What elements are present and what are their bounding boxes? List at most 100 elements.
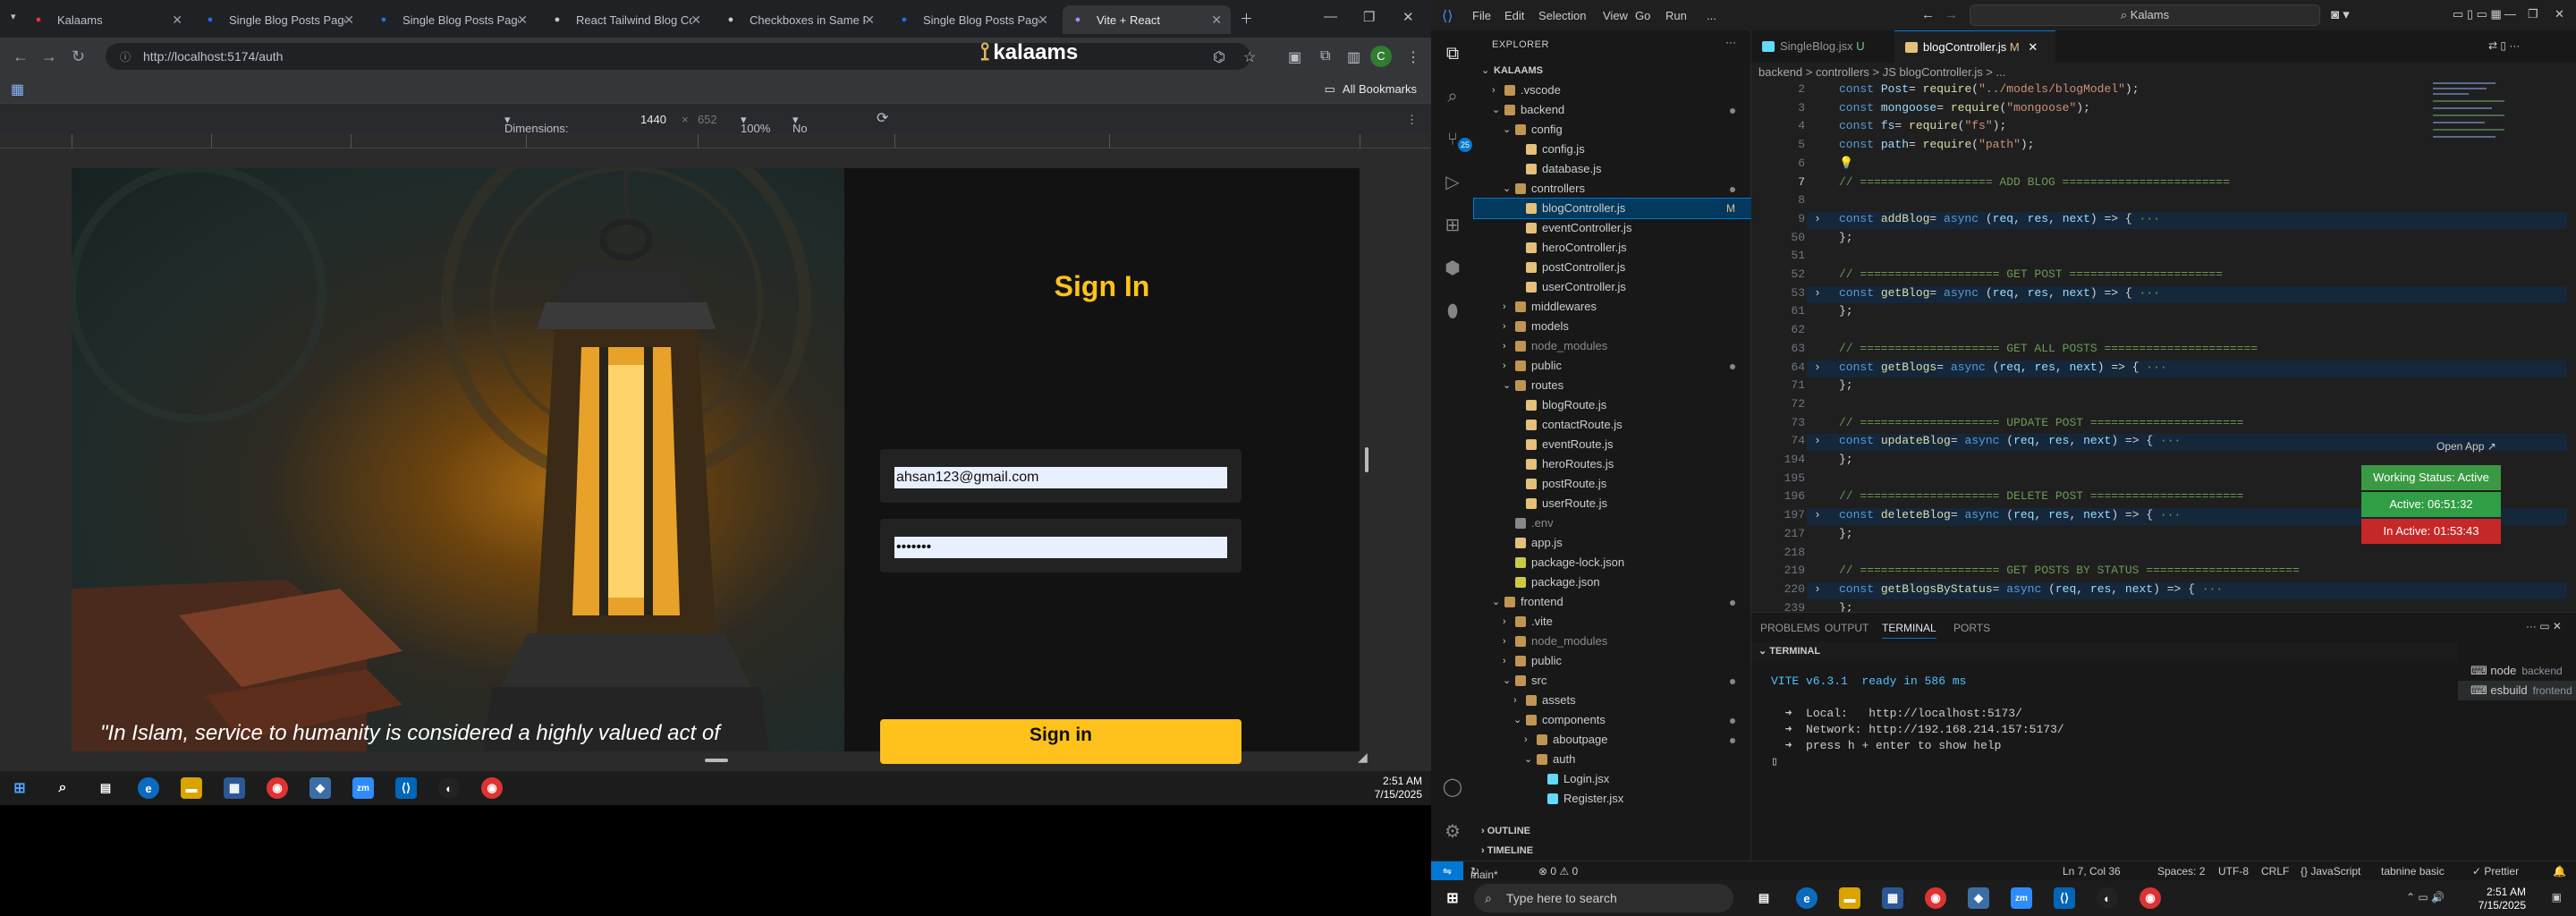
tree-item[interactable]: ⌄ components bbox=[1474, 710, 1751, 730]
tab-singleblog[interactable]: SingleBlog.jsx U bbox=[1751, 30, 1894, 63]
manage-gear-icon[interactable]: ⚙ bbox=[1442, 821, 1463, 843]
tree-item[interactable]: userRoute.js bbox=[1474, 494, 1751, 513]
prettier-status[interactable]: ✓ Prettier bbox=[2472, 865, 2519, 878]
app-icon-2[interactable]: ◐ bbox=[2097, 887, 2118, 909]
menu-item[interactable]: Edit bbox=[1504, 9, 1524, 22]
edge-icon[interactable]: e bbox=[1796, 887, 1818, 909]
address-bar[interactable]: ⓘ bbox=[106, 43, 1250, 70]
sidepanel-icon[interactable]: ▥ bbox=[1347, 48, 1360, 66]
restore-icon[interactable]: ❐ bbox=[2528, 7, 2538, 21]
tree-item[interactable]: eventController.js bbox=[1474, 218, 1751, 238]
tree-item[interactable]: ⌄ backend bbox=[1474, 100, 1751, 120]
browser-tab[interactable]: ● Checkboxes in Same R...✕ bbox=[716, 5, 884, 34]
chrome-icon-2[interactable]: ◉ bbox=[2140, 887, 2161, 909]
fold-chevron-icon[interactable]: › bbox=[1814, 508, 1821, 522]
branch-indicator[interactable]: ⑂ main* ↻ bbox=[1470, 865, 1498, 881]
kalaams-logo[interactable]: ⟟ kalaams bbox=[980, 38, 1078, 67]
url-input[interactable] bbox=[143, 49, 949, 64]
remote-indicator-icon[interactable]: ⇋ bbox=[1431, 861, 1463, 881]
new-tab-icon[interactable]: ＋ bbox=[1240, 9, 1253, 28]
tree-item[interactable]: › node_modules bbox=[1474, 632, 1751, 651]
tree-item[interactable]: ⌄ KALAAMS bbox=[1474, 61, 1751, 81]
apps-grid-icon[interactable]: ▦ bbox=[11, 81, 24, 98]
extensions-icon[interactable]: ⊞ bbox=[1442, 215, 1463, 236]
maximize-icon[interactable]: ❐ bbox=[1363, 9, 1375, 25]
command-center[interactable]: ⌕ Kalams bbox=[1970, 4, 2320, 26]
tree-item[interactable]: database.js bbox=[1474, 159, 1751, 179]
forward-icon[interactable]: → bbox=[41, 47, 57, 66]
tab-close-icon[interactable]: ✕ bbox=[343, 13, 354, 28]
copilot-icon[interactable]: ◙ ▾ bbox=[2331, 6, 2350, 22]
tab-search-icon[interactable]: ▾ bbox=[11, 11, 16, 22]
menu-item[interactable]: View bbox=[1603, 9, 1628, 22]
app-icon[interactable]: ◆ bbox=[1968, 887, 1989, 909]
vscode-icon[interactable]: ⟨⟩ bbox=[395, 777, 417, 799]
tab-close-icon[interactable]: ✕ bbox=[172, 13, 182, 28]
chrome-icon[interactable]: ◉ bbox=[1925, 887, 1946, 909]
zoom-icon[interactable]: zm bbox=[352, 777, 374, 799]
tray-icons[interactable]: ⌃ ▭ 🔊 bbox=[2406, 891, 2445, 903]
language-mode[interactable]: {} JavaScript bbox=[2301, 865, 2360, 878]
bookmark-star-icon[interactable]: ☆ bbox=[1243, 48, 1256, 66]
panel-tab[interactable]: OUTPUT bbox=[1825, 622, 1868, 634]
viewport-width[interactable]: 1440 bbox=[640, 113, 666, 126]
signin-button[interactable]: Sign in bbox=[880, 719, 1241, 764]
email-input[interactable] bbox=[894, 467, 1227, 488]
tree-item[interactable]: Login.jsx bbox=[1474, 769, 1751, 789]
line-endings[interactable]: CRLF bbox=[2261, 865, 2289, 878]
browser-tab[interactable]: ● Single Blog Posts Page ✕ bbox=[369, 5, 537, 34]
password-input[interactable] bbox=[894, 537, 1227, 558]
tree-item[interactable]: › public bbox=[1474, 651, 1751, 671]
terminal-section-header[interactable]: ⌄ TERMINAL bbox=[1751, 641, 2458, 661]
search-icon[interactable]: ⌕ bbox=[1442, 86, 1463, 107]
nav-back-icon[interactable]: ← bbox=[1921, 7, 1935, 22]
tree-item[interactable]: heroController.js bbox=[1474, 238, 1751, 258]
vscode-icon[interactable]: ⟨⟩ bbox=[2054, 887, 2075, 909]
tree-item[interactable]: app.js bbox=[1474, 533, 1751, 553]
dimensions-dropdown[interactable]: Dimensions: Responsive ▾ bbox=[504, 113, 569, 148]
throttling-dropdown[interactable]: No throttling ▾ bbox=[792, 113, 837, 148]
close-window-icon[interactable]: ✕ bbox=[1402, 9, 1414, 25]
tree-item[interactable]: › public bbox=[1474, 356, 1751, 376]
viewport-corner-handle[interactable]: ◢ bbox=[1358, 750, 1368, 765]
clock[interactable]: 2:51 AM 7/15/2025 bbox=[1375, 775, 1422, 802]
site-info-icon[interactable]: ⓘ bbox=[120, 49, 131, 64]
tree-item[interactable]: › assets bbox=[1474, 691, 1751, 710]
edge-icon[interactable]: e bbox=[138, 777, 159, 799]
menu-item[interactable]: File bbox=[1472, 9, 1491, 22]
chrome-icon[interactable]: ◉ bbox=[267, 777, 288, 799]
tab-close-icon[interactable]: ✕ bbox=[864, 13, 875, 28]
terminal-instance[interactable]: ⌨ esbuild frontend bbox=[2458, 681, 2576, 700]
tree-item[interactable]: ⌄ config bbox=[1474, 120, 1751, 140]
task-view-icon[interactable]: ▤ bbox=[1753, 887, 1775, 909]
device-menu-icon[interactable]: ⋮ bbox=[1406, 113, 1418, 127]
clock[interactable]: 2:51 AM 7/15/2025 bbox=[2479, 886, 2526, 912]
tree-item[interactable]: › aboutpage bbox=[1474, 730, 1751, 750]
tree-item[interactable]: contactRoute.js bbox=[1474, 415, 1751, 435]
tree-item[interactable]: Register.jsx bbox=[1474, 789, 1751, 809]
viewport-height-handle[interactable] bbox=[705, 759, 728, 762]
browser-tab[interactable]: ● Single Blog Posts Page ✕ bbox=[195, 5, 363, 34]
browser-tab[interactable]: ● Vite + React ✕ bbox=[1063, 5, 1231, 34]
viewport-height[interactable]: 652 bbox=[698, 113, 717, 126]
tree-item[interactable]: blogRoute.js bbox=[1474, 395, 1751, 415]
browser-tab[interactable]: ● React Tailwind Blog Co... ✕ bbox=[542, 5, 710, 34]
tree-item[interactable]: package.json bbox=[1474, 572, 1751, 592]
tab-close-icon[interactable]: ✕ bbox=[1038, 13, 1048, 28]
close-icon[interactable]: ✕ bbox=[2555, 7, 2564, 21]
tabnine-status[interactable]: tabnine basic bbox=[2381, 865, 2445, 878]
panel-actions-icons[interactable]: ··· ▭ ✕ bbox=[2526, 620, 2562, 632]
zoom-icon[interactable]: zm bbox=[2011, 887, 2032, 909]
tab-close-icon[interactable]: ✕ bbox=[1211, 13, 1222, 28]
fold-chevron-icon[interactable]: › bbox=[1814, 360, 1821, 374]
menu-item[interactable]: ... bbox=[1707, 9, 1716, 22]
panel-tab[interactable]: PROBLEMS bbox=[1760, 622, 1820, 634]
panel-tab[interactable]: TERMINAL bbox=[1882, 622, 1936, 639]
tree-item[interactable]: blogController.js M bbox=[1473, 198, 1752, 219]
start-icon[interactable]: ⊞ bbox=[1442, 887, 1463, 909]
timeline-section[interactable]: › TIMELINE bbox=[1474, 841, 1751, 861]
browser-tab[interactable]: ● Single Blog Posts Page ✕ bbox=[889, 5, 1057, 34]
tree-item[interactable]: › middlewares bbox=[1474, 297, 1751, 317]
tree-item[interactable]: userController.js bbox=[1474, 277, 1751, 297]
tab-close-icon[interactable]: ✕ bbox=[691, 13, 701, 28]
